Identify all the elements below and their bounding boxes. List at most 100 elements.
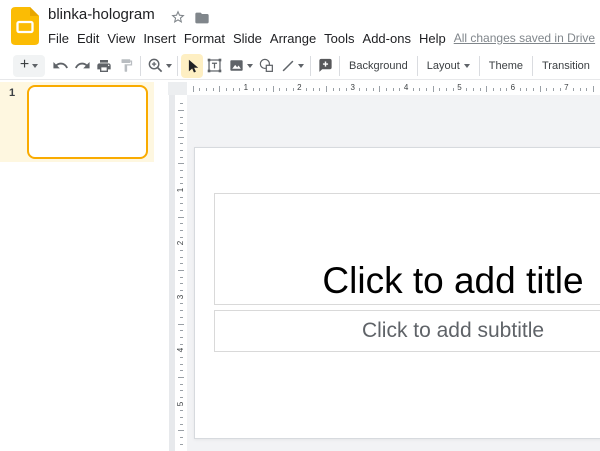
- save-status-link[interactable]: All changes saved in Drive: [454, 31, 595, 45]
- ruler-tick: [426, 88, 427, 91]
- filmstrip-panel: 1: [0, 81, 168, 451]
- ruler-tick: [366, 88, 367, 91]
- filmstrip-slide-row-selected[interactable]: 1: [0, 82, 154, 162]
- ruler-tick: [180, 130, 183, 131]
- ruler-tick: [178, 324, 184, 325]
- ruler-tick: [313, 88, 314, 91]
- ruler-tick: [473, 88, 474, 91]
- ruler-tick: [178, 217, 184, 218]
- ruler-tick: [180, 370, 183, 371]
- ruler-tick: [178, 430, 184, 431]
- ruler-tick: [206, 88, 207, 91]
- ruler-tick: [259, 88, 260, 91]
- undo-button[interactable]: [49, 54, 71, 78]
- chevron-down-icon: [32, 64, 38, 68]
- paint-format-button: [115, 54, 137, 78]
- menu-arrange[interactable]: Arrange: [270, 31, 316, 46]
- ruler-number: 5: [176, 399, 184, 409]
- horizontal-ruler: 1234567: [187, 82, 600, 95]
- redo-icon: [74, 57, 91, 74]
- move-folder-icon[interactable]: [194, 10, 210, 26]
- ruler-tick: [439, 88, 440, 91]
- ruler-tick: [386, 88, 387, 91]
- ruler-tick: [178, 110, 184, 111]
- menu-view[interactable]: View: [107, 31, 135, 46]
- ruler-tick: [180, 357, 183, 358]
- star-icon[interactable]: [170, 9, 186, 25]
- ruler-tick: [178, 377, 184, 378]
- toolbar-separator: [310, 56, 311, 76]
- slide-editing-surface[interactable]: Click to add title Click to add subtitle: [194, 147, 600, 439]
- theme-button[interactable]: Theme: [483, 60, 529, 72]
- ruler-number: 5: [455, 83, 465, 92]
- print-button[interactable]: [93, 54, 115, 78]
- title-placeholder[interactable]: Click to add title: [214, 193, 600, 305]
- select-arrow-icon: [184, 58, 200, 74]
- ruler-tick: [573, 88, 574, 91]
- ruler-tick: [446, 88, 447, 91]
- ruler-tick: [180, 257, 183, 258]
- ruler-tick: [526, 88, 527, 91]
- ruler-tick: [359, 88, 360, 91]
- document-title[interactable]: blinka-hologram: [48, 6, 155, 23]
- transition-button[interactable]: Transition: [536, 60, 596, 72]
- select-tool-button[interactable]: [181, 54, 203, 78]
- menu-edit[interactable]: Edit: [77, 31, 99, 46]
- chevron-down-icon: [247, 64, 253, 68]
- ruler-tick: [180, 177, 183, 178]
- ruler-tick: [266, 88, 267, 91]
- toolbar-separator: [479, 56, 480, 76]
- text-box-button[interactable]: [203, 54, 225, 78]
- chevron-down-icon: [464, 64, 470, 68]
- ruler-tick: [319, 88, 320, 91]
- zoom-button[interactable]: [144, 54, 174, 78]
- menu-slide[interactable]: Slide: [233, 31, 262, 46]
- background-button[interactable]: Background: [343, 60, 414, 72]
- ruler-tick: [419, 88, 420, 91]
- insert-line-button[interactable]: [277, 54, 307, 78]
- ruler-tick: [333, 88, 334, 91]
- ruler-tick: [180, 150, 183, 151]
- ruler-tick: [180, 444, 183, 445]
- ruler-tick: [393, 88, 394, 91]
- redo-button[interactable]: [71, 54, 93, 78]
- subtitle-placeholder[interactable]: Click to add subtitle: [214, 310, 600, 352]
- ruler-tick: [486, 86, 487, 92]
- insert-shape-button[interactable]: [255, 54, 277, 78]
- menu-help[interactable]: Help: [419, 31, 446, 46]
- insert-image-button[interactable]: [225, 54, 255, 78]
- layout-button[interactable]: Layout: [421, 60, 476, 72]
- ruler-tick: [180, 277, 183, 278]
- menu-file[interactable]: File: [48, 31, 69, 46]
- ruler-tick: [180, 143, 183, 144]
- menu-add-ons[interactable]: Add-ons: [363, 31, 411, 46]
- ruler-number: 1: [176, 185, 184, 195]
- new-slide-button[interactable]: +: [13, 55, 45, 77]
- menu-format[interactable]: Format: [184, 31, 225, 46]
- ruler-tick: [180, 283, 183, 284]
- ruler-tick: [180, 310, 183, 311]
- ruler-tick: [306, 88, 307, 91]
- slide-thumbnail[interactable]: [27, 85, 148, 159]
- menu-tools[interactable]: Tools: [324, 31, 354, 46]
- ruler-tick: [373, 88, 374, 91]
- ruler-tick: [586, 88, 587, 91]
- menu-insert[interactable]: Insert: [143, 31, 176, 46]
- ruler-tick: [180, 123, 183, 124]
- title-placeholder-text: Click to add title: [322, 262, 583, 301]
- ruler-tick: [193, 86, 194, 92]
- slides-logo-icon[interactable]: [10, 6, 40, 46]
- ruler-tick: [180, 397, 183, 398]
- add-comment-icon: [317, 57, 334, 74]
- toolbar-separator: [177, 56, 178, 76]
- line-icon: [280, 58, 296, 74]
- ruler-tick: [180, 230, 183, 231]
- ruler-tick: [180, 364, 183, 365]
- add-comment-button[interactable]: [314, 54, 336, 78]
- ruler-tick: [180, 384, 183, 385]
- paint-format-icon: [119, 58, 134, 73]
- toolbar-separator: [339, 56, 340, 76]
- ruler-number: 3: [348, 83, 358, 92]
- text-box-icon: [206, 57, 223, 74]
- ruler-tick: [520, 88, 521, 91]
